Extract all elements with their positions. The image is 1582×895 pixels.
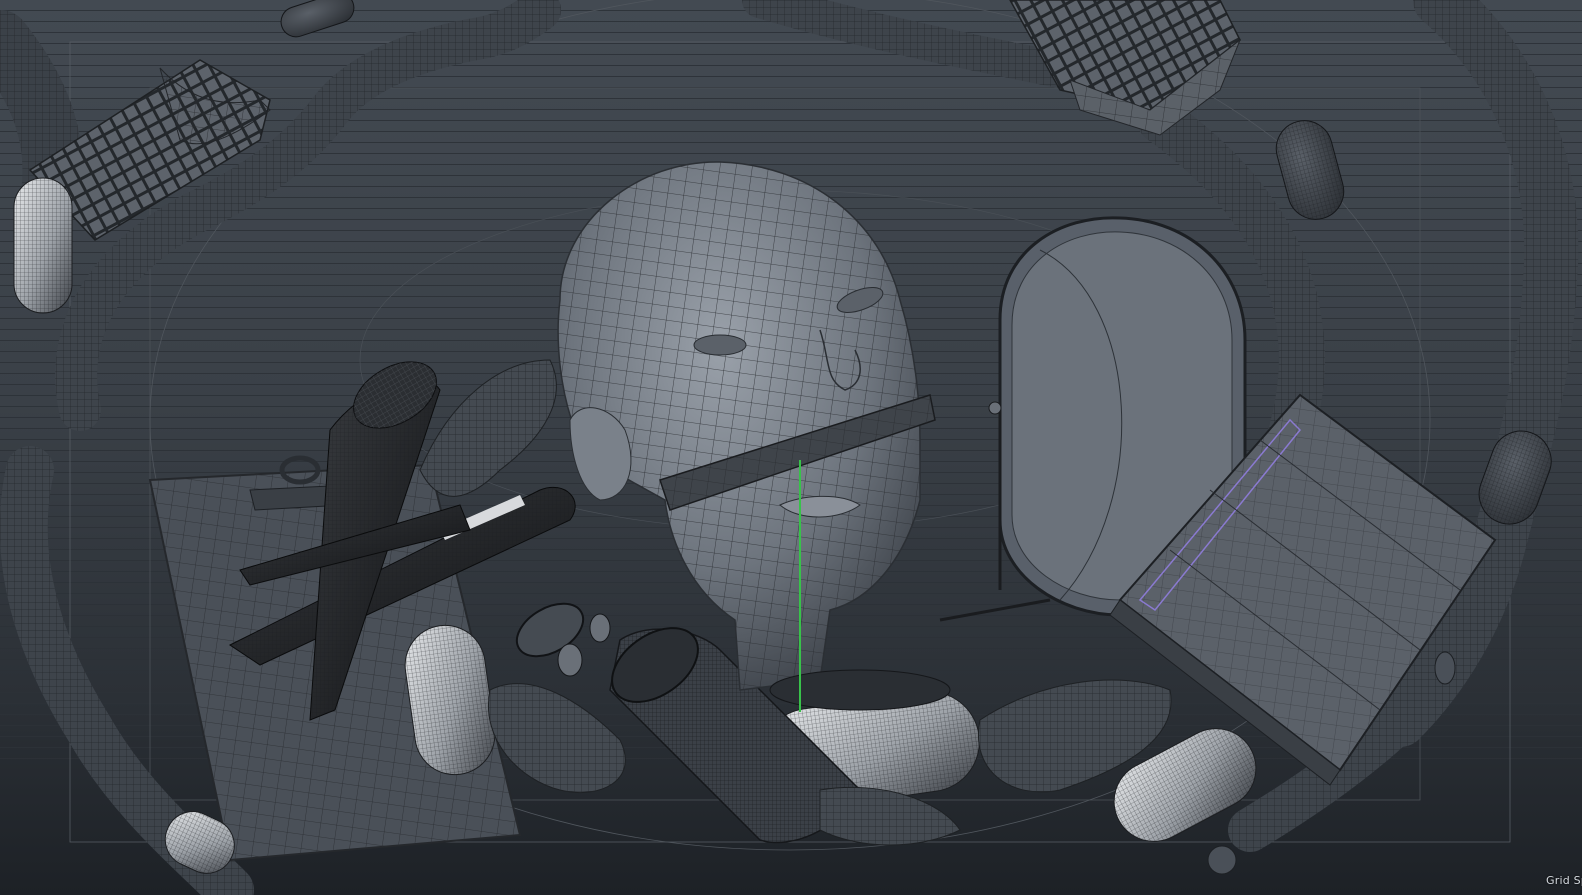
- sphere-small[interactable]: [1207, 845, 1237, 875]
- blob-small-right[interactable]: [1434, 651, 1456, 685]
- 3d-viewport[interactable]: Grid Sp: [0, 0, 1582, 895]
- grid-spacing-readout: Grid Sp: [1546, 874, 1582, 887]
- scene-canvas[interactable]: [0, 0, 1582, 895]
- capsule-left-top[interactable]: [13, 177, 73, 314]
